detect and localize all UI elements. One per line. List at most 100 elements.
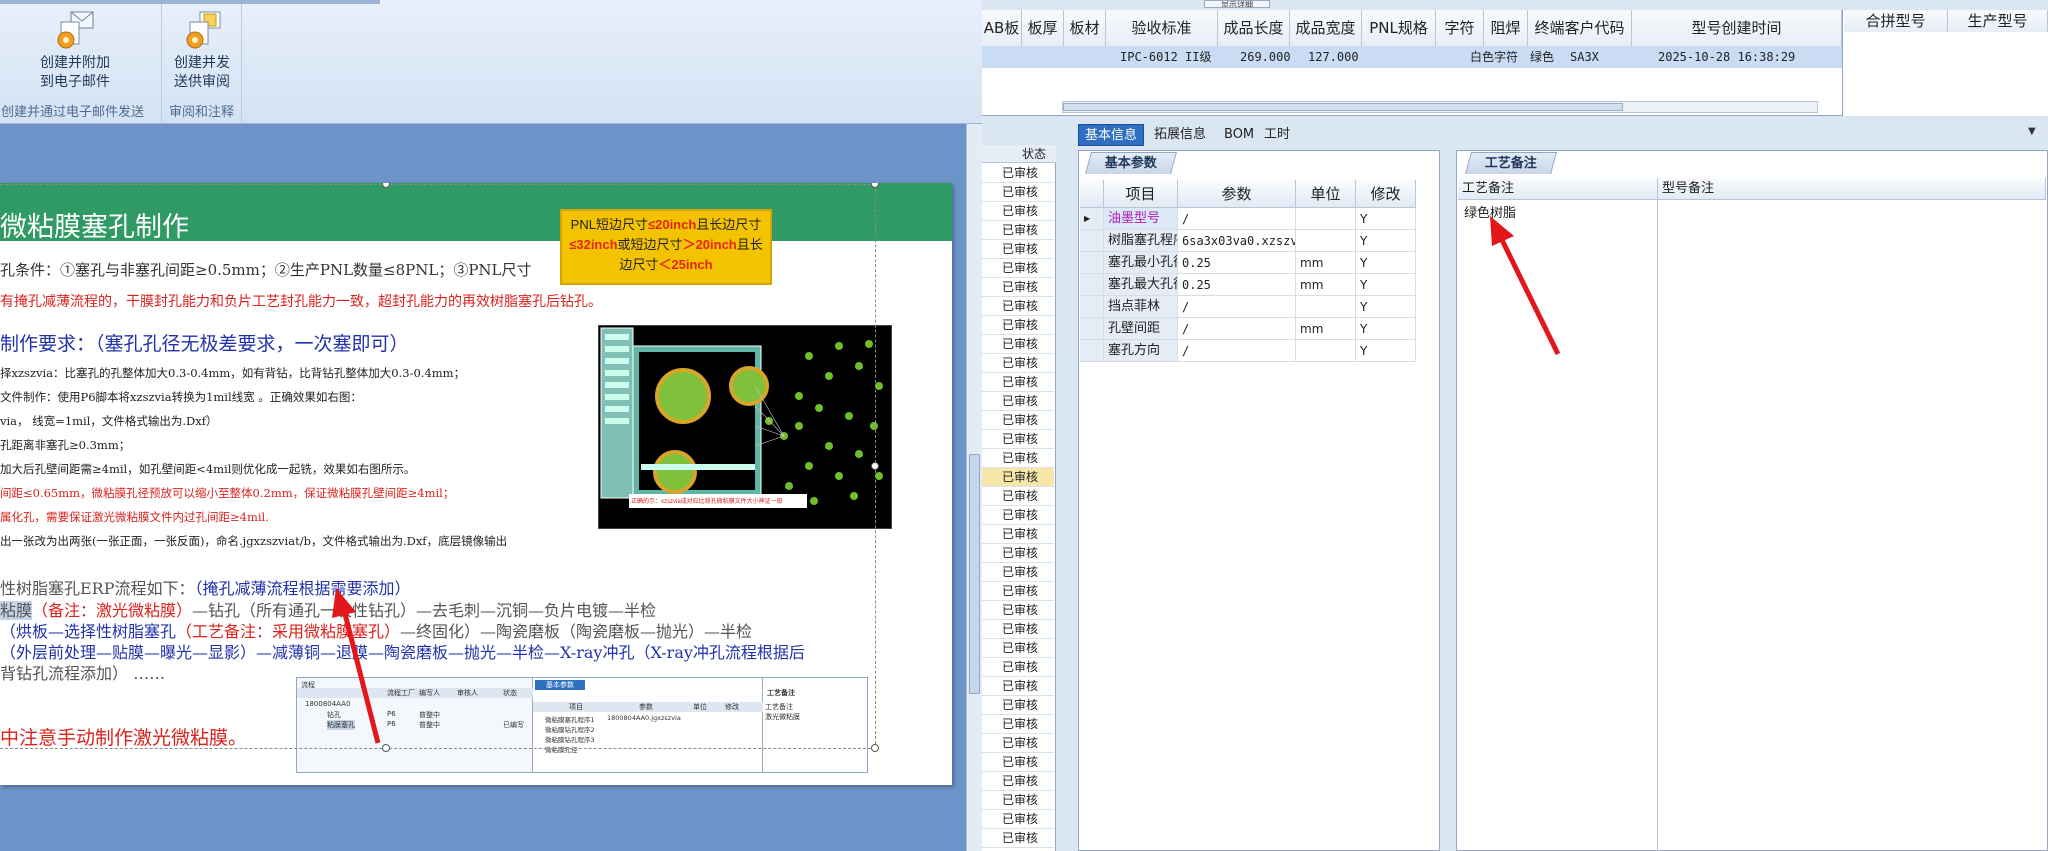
- basic-param-cell[interactable]: /: [1178, 296, 1296, 318]
- basic-col-modify[interactable]: 修改: [1356, 180, 1416, 208]
- status-cell[interactable]: 已审核: [982, 335, 1054, 354]
- status-cell[interactable]: 已审核: [982, 240, 1054, 259]
- basic-params-tab[interactable]: 基本参数: [1085, 152, 1177, 174]
- vertical-scrollbar[interactable]: [966, 124, 982, 851]
- status-cell[interactable]: 已审核: [982, 715, 1054, 734]
- col-acceptance-standard[interactable]: 验收标准: [1106, 10, 1218, 46]
- status-cell[interactable]: 已审核: [982, 183, 1054, 202]
- tab-basic-info[interactable]: 基本信息: [1078, 124, 1145, 146]
- col-solder-mask[interactable]: 阻焊: [1484, 10, 1528, 46]
- model-grid-hscroll[interactable]: [1062, 101, 1818, 113]
- status-cell[interactable]: 已审核: [982, 696, 1054, 715]
- row-indicator[interactable]: ▶: [1080, 208, 1104, 230]
- basic-modify-cell[interactable]: Y: [1356, 340, 1416, 362]
- basic-modify-cell[interactable]: Y: [1356, 208, 1416, 230]
- remark-col-model[interactable]: 型号备注: [1658, 178, 2046, 200]
- row-indicator[interactable]: [1080, 230, 1104, 252]
- row-indicator[interactable]: [1080, 296, 1104, 318]
- status-cell[interactable]: 已审核: [982, 601, 1054, 620]
- col-width[interactable]: 成品宽度: [1290, 10, 1362, 46]
- basic-param-cell[interactable]: 0.25: [1178, 252, 1296, 274]
- status-cell[interactable]: 已审核: [982, 829, 1054, 848]
- resize-handle-bottom-right[interactable]: [871, 744, 879, 752]
- model-grid-hscroll-thumb[interactable]: [1063, 103, 1623, 111]
- col-created-time[interactable]: 型号创建时间: [1632, 10, 1842, 46]
- basic-modify-cell[interactable]: Y: [1356, 318, 1416, 340]
- col-production-model[interactable]: 生产型号: [1948, 10, 2048, 32]
- status-cell[interactable]: 已审核: [982, 620, 1054, 639]
- basic-unit-cell[interactable]: mm: [1296, 318, 1356, 340]
- col-character[interactable]: 字符: [1436, 10, 1484, 46]
- status-column-header[interactable]: 状态: [982, 145, 1056, 163]
- basic-unit-cell[interactable]: mm: [1296, 252, 1356, 274]
- process-remark-tab[interactable]: 工艺备注: [1465, 152, 1557, 174]
- status-cell[interactable]: 已审核: [982, 468, 1054, 487]
- basic-unit-cell[interactable]: [1296, 296, 1356, 318]
- basic-unit-cell[interactable]: [1296, 208, 1356, 230]
- basic-param-cell[interactable]: 0.25: [1178, 274, 1296, 296]
- remark-col-process[interactable]: 工艺备注: [1458, 178, 1658, 200]
- status-cell[interactable]: 已审核: [982, 202, 1054, 221]
- status-cell[interactable]: 已审核: [982, 753, 1054, 772]
- right-splitter[interactable]: [1440, 145, 1456, 851]
- status-cell[interactable]: 已审核: [982, 316, 1054, 335]
- basic-col-param[interactable]: 参数: [1178, 180, 1296, 208]
- basic-param-cell[interactable]: 6sa3x03va0.xzszvia: [1178, 230, 1296, 252]
- basic-modify-cell[interactable]: Y: [1356, 296, 1416, 318]
- basic-param-cell[interactable]: /: [1178, 318, 1296, 340]
- row-indicator[interactable]: [1080, 340, 1104, 362]
- status-cell[interactable]: 已审核: [982, 677, 1054, 696]
- status-cell[interactable]: 已审核: [982, 297, 1054, 316]
- basic-modify-cell[interactable]: Y: [1356, 230, 1416, 252]
- status-cell[interactable]: 已审核: [982, 354, 1054, 373]
- basic-modify-cell[interactable]: Y: [1356, 274, 1416, 296]
- status-cell[interactable]: 已审核: [982, 525, 1054, 544]
- status-cell[interactable]: 已审核: [982, 278, 1054, 297]
- status-cell[interactable]: 已审核: [982, 411, 1054, 430]
- status-cell[interactable]: 已审核: [982, 772, 1054, 791]
- status-cell[interactable]: 已审核: [982, 582, 1054, 601]
- status-cell[interactable]: 已审核: [982, 392, 1054, 411]
- status-cell[interactable]: 已审核: [982, 544, 1054, 563]
- col-customer-code[interactable]: 终端客户代码: [1528, 10, 1632, 46]
- tabs-dropdown-icon[interactable]: ▼: [2028, 126, 2036, 137]
- col-length[interactable]: 成品长度: [1218, 10, 1290, 46]
- resize-handle-right[interactable]: [871, 462, 879, 470]
- status-cell[interactable]: 已审核: [982, 164, 1054, 183]
- status-cell[interactable]: 已审核: [982, 221, 1054, 240]
- row-indicator[interactable]: [1080, 252, 1104, 274]
- status-cell[interactable]: 已审核: [982, 658, 1054, 677]
- basic-unit-cell[interactable]: [1296, 230, 1356, 252]
- status-cell[interactable]: 已审核: [982, 810, 1054, 829]
- col-material[interactable]: 板材: [1064, 10, 1106, 46]
- status-cell[interactable]: 已审核: [982, 506, 1054, 525]
- row-indicator[interactable]: [1080, 274, 1104, 296]
- create-send-review-button[interactable]: 创建并发 送供审阅: [127, 10, 277, 92]
- basic-unit-cell[interactable]: [1296, 340, 1356, 362]
- status-cell[interactable]: 已审核: [982, 639, 1054, 658]
- resize-handle-top[interactable]: [382, 183, 390, 188]
- col-thickness[interactable]: 板厚: [1022, 10, 1064, 46]
- status-cell[interactable]: 已审核: [982, 563, 1054, 582]
- status-cell[interactable]: 已审核: [982, 259, 1054, 278]
- basic-modify-cell[interactable]: Y: [1356, 252, 1416, 274]
- row-indicator[interactable]: [1080, 318, 1104, 340]
- status-cell[interactable]: 已审核: [982, 487, 1054, 506]
- status-cell[interactable]: 已审核: [982, 791, 1054, 810]
- tab-labor-hours[interactable]: 工时: [1258, 124, 1296, 146]
- tab-extended-info[interactable]: 拓展信息: [1148, 124, 1212, 146]
- basic-param-cell[interactable]: /: [1178, 208, 1296, 230]
- detail-toggle-button[interactable]: 显示详细: [1204, 0, 1270, 8]
- slide[interactable]: 微粘膜塞孔制作 孔条件：①塞孔与非塞孔间距≥0.5mm；②生产PNL数量≤8PN…: [0, 183, 952, 785]
- status-cell[interactable]: 已审核: [982, 449, 1054, 468]
- status-cell[interactable]: 已审核: [982, 430, 1054, 449]
- basic-col-item[interactable]: 项目: [1104, 180, 1178, 208]
- left-splitter[interactable]: [1056, 145, 1078, 851]
- status-cell[interactable]: 已审核: [982, 734, 1054, 753]
- col-merge-model[interactable]: 合拼型号: [1844, 10, 1948, 32]
- basic-col-unit[interactable]: 单位: [1296, 180, 1356, 208]
- status-cell[interactable]: 已审核: [982, 373, 1054, 392]
- scrollbar-thumb[interactable]: [969, 454, 980, 694]
- col-ab-board[interactable]: AB板: [982, 10, 1022, 46]
- basic-unit-cell[interactable]: mm: [1296, 274, 1356, 296]
